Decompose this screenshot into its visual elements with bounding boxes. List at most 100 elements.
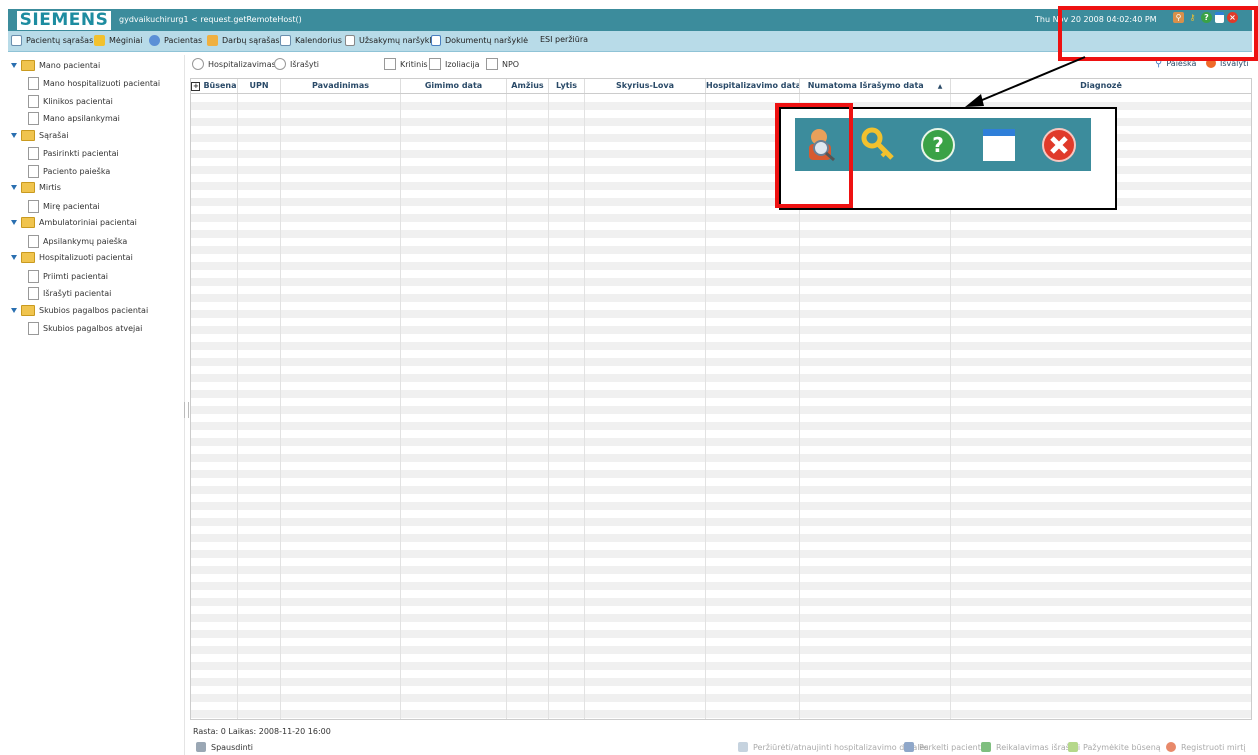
folder-icon xyxy=(21,60,35,71)
menu-item-label: Darbų sąrašas xyxy=(222,36,280,45)
menu-item-samples[interactable]: Mėginiai xyxy=(94,35,143,46)
col-header-name[interactable]: Pavadinimas xyxy=(281,79,401,93)
checkbox xyxy=(486,58,498,70)
menu-item-patient-list[interactable]: Pacientų sąrašas xyxy=(11,35,93,46)
tree-folder-emergency[interactable]: Skubios pagalbos pacientai xyxy=(11,305,148,316)
mark-status-button[interactable]: Pažymėkite būseną xyxy=(1068,742,1161,752)
document-icon xyxy=(28,147,39,160)
menu-item-label: Užsakymų naršyklė xyxy=(359,36,437,45)
tree-folder-outpatients[interactable]: Ambulatoriniai pacientai xyxy=(11,217,137,228)
menu-item-worklist[interactable]: Darbų sąrašas xyxy=(207,35,280,46)
check-npo[interactable]: NPO xyxy=(486,58,519,70)
menu-item-patient[interactable]: Pacientas xyxy=(149,35,202,46)
tree-label: Išrašyti pacientai xyxy=(43,289,112,298)
checkbox-label: NPO xyxy=(502,59,520,69)
death-icon xyxy=(1166,742,1176,752)
sample-icon xyxy=(94,35,105,46)
highlight-patient-search-icon xyxy=(775,103,853,208)
radio-label: Išrašyti xyxy=(290,59,319,69)
expand-arrow-icon xyxy=(11,308,17,313)
col-divider xyxy=(705,94,706,719)
col-header-expected-discharge[interactable]: Numatoma Išrašymo data ▲ xyxy=(800,79,951,93)
action-label: Perkelti pacientą xyxy=(919,742,986,752)
tree-item-selected-patients[interactable]: Pasirinkti pacientai xyxy=(28,147,119,160)
star-icon xyxy=(1068,742,1078,752)
col-header-upn[interactable]: UPN xyxy=(238,79,281,93)
check-isolation[interactable]: Izoliacija xyxy=(429,58,480,70)
tree-label: Paciento paieška xyxy=(43,167,111,176)
document-icon xyxy=(28,235,39,248)
document-icon xyxy=(28,287,39,300)
view-hospitalization-details-button[interactable]: Peržiūrėti/atnaujinti hospitalizavimo de… xyxy=(738,742,929,752)
tree-folder-lists[interactable]: Sąrašai xyxy=(11,130,68,141)
tree-item-visit-search[interactable]: Apsilankymų paieška xyxy=(28,235,127,248)
tree-item-emergency-cases[interactable]: Skubios pagalbos atvejai xyxy=(28,322,142,335)
folder-icon xyxy=(21,252,35,263)
menu-item-orders[interactable]: Užsakymų naršyklė xyxy=(345,35,437,46)
col-label: Numatoma Išrašymo data xyxy=(807,81,924,90)
tree-item-deceased-patients[interactable]: Mirę pacientai xyxy=(28,200,100,213)
checkbox-label: Kritinis xyxy=(400,59,428,69)
expand-all-icon[interactable]: + xyxy=(191,82,201,91)
tree-label: Apsilankymų paieška xyxy=(43,237,128,246)
menu-item-label: Dokumentų naršyklė xyxy=(445,36,528,45)
expand-arrow-icon xyxy=(11,133,17,138)
expand-arrow-icon xyxy=(11,255,17,260)
tree-label: Mano pacientai xyxy=(39,61,101,70)
document-icon xyxy=(28,165,39,178)
tree-label: Skubios pagalbos pacientai xyxy=(39,306,149,315)
panel-splitter[interactable] xyxy=(184,402,189,418)
menu-item-calendar[interactable]: Kalendorius xyxy=(280,35,342,46)
print-button[interactable]: Spausdinti xyxy=(196,742,253,752)
tree-label: Priimti pacientai xyxy=(43,272,108,281)
tree-folder-hospitalized[interactable]: Hospitalizuoti pacientai xyxy=(11,252,133,263)
col-header-age[interactable]: Amžius xyxy=(507,79,549,93)
menu-item-documents[interactable]: Dokumentų naršyklė xyxy=(431,35,528,46)
document-icon xyxy=(28,200,39,213)
bottom-action-bar: Spausdinti Peržiūrėti/atnaujinti hospita… xyxy=(190,740,1250,755)
tree-item-admitted-patients[interactable]: Priimti pacientai xyxy=(28,270,108,283)
siemens-logo: SIEMENS xyxy=(17,11,111,30)
tree-folder-my-patients[interactable]: Mano pacientai xyxy=(11,60,100,71)
discharge-request-button[interactable]: Reikalavimas išrašyti xyxy=(981,742,1080,752)
transfer-patient-button[interactable]: Perkelti pacientą xyxy=(904,742,986,752)
close-icon xyxy=(1041,127,1077,163)
document-icon xyxy=(28,95,39,108)
col-header-birthdate[interactable]: Gimimo data xyxy=(401,79,507,93)
radio-label: Hospitalizavimas xyxy=(208,59,276,69)
col-divider xyxy=(237,94,238,719)
col-header-ward-bed[interactable]: Skyrius-Lova xyxy=(585,79,706,93)
sort-asc-icon: ▲ xyxy=(937,83,943,90)
tree-folder-death[interactable]: Mirtis xyxy=(11,182,61,193)
tree-item-my-hospitalized[interactable]: Mano hospitalizuoti pacientai xyxy=(28,77,160,90)
col-header-sex[interactable]: Lytis xyxy=(549,79,585,93)
tree-item-my-visits[interactable]: Mano apsilankymai xyxy=(28,112,120,125)
tree-item-discharged-patients[interactable]: Išrašyti pacientai xyxy=(28,287,111,300)
menu-item-label: Pacientų sąrašas xyxy=(26,36,94,45)
col-header-status[interactable]: + Būsena xyxy=(191,79,238,93)
tree-label: Hospitalizuoti pacientai xyxy=(39,253,133,262)
menu-item-label: ESI peržiūra xyxy=(540,35,589,44)
patient-icon xyxy=(149,35,160,46)
expand-arrow-icon xyxy=(11,185,17,190)
col-divider xyxy=(548,94,549,719)
col-divider xyxy=(400,94,401,719)
col-divider xyxy=(506,94,507,719)
highlight-title-icons xyxy=(1058,6,1258,61)
grid-header: + Būsena UPN Pavadinimas Gimimo data Amži… xyxy=(191,79,1251,94)
tree-item-patient-search[interactable]: Paciento paieška xyxy=(28,165,110,178)
expand-arrow-icon xyxy=(11,220,17,225)
tree-label: Mano apsilankymai xyxy=(43,114,120,123)
calendar-icon xyxy=(280,35,291,46)
tree-item-clinic-patients[interactable]: Klinikos pacientai xyxy=(28,95,113,108)
radio-discharged[interactable]: Išrašyti xyxy=(274,58,319,70)
col-header-hospitalization-date[interactable]: Hospitalizavimo data: xyxy=(706,79,800,93)
transfer-icon xyxy=(904,742,914,752)
check-critical[interactable]: Kritinis xyxy=(384,58,428,70)
register-death-button[interactable]: Registruoti mirtį xyxy=(1166,742,1246,752)
col-label: Būsena xyxy=(203,81,237,90)
menu-item-esi[interactable]: ESI peržiūra xyxy=(540,35,588,44)
col-header-diagnosis[interactable]: Diagnozė xyxy=(951,79,1251,93)
radio-hospitalized[interactable]: Hospitalizavimas xyxy=(192,58,276,70)
tree-label: Pasirinkti pacientai xyxy=(43,149,119,158)
